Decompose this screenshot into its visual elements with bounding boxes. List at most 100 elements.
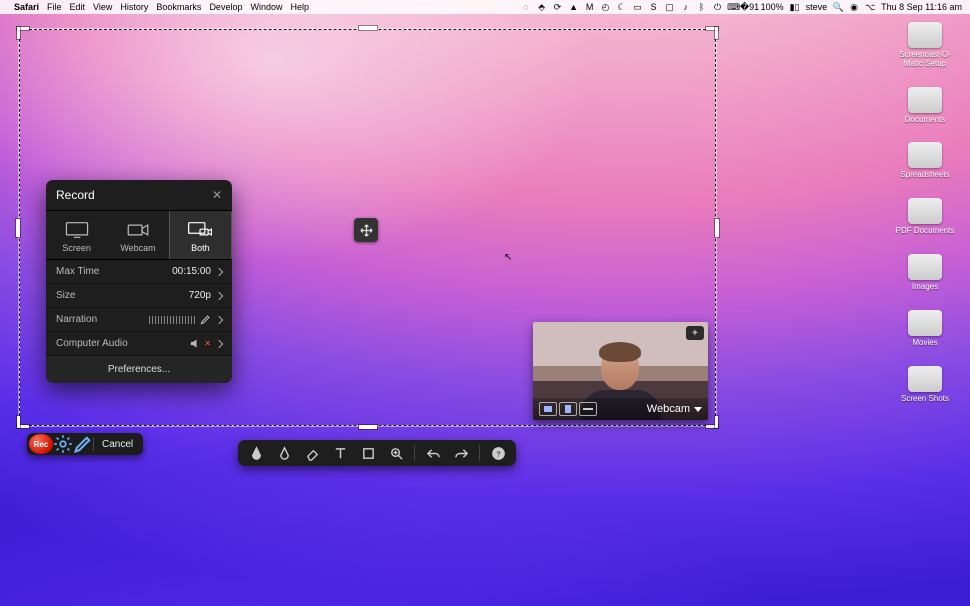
camera-icon <box>107 219 168 241</box>
webcam-preview[interactable]: ✦ Webcam <box>533 322 708 420</box>
folder-icon <box>908 310 942 336</box>
move-region-handle[interactable] <box>354 218 378 242</box>
clock-icon[interactable]: ◴ <box>601 2 611 12</box>
resize-handle-tr[interactable] <box>706 27 718 39</box>
folder-icon <box>908 87 942 113</box>
record-button[interactable]: Rec <box>29 434 53 454</box>
resize-handle-bl[interactable] <box>17 416 29 428</box>
resize-handle-top[interactable] <box>359 26 377 30</box>
record-panel: Record ✕ Screen Webcam Both Max Time 00:… <box>46 180 232 383</box>
menubar-datetime[interactable]: Thu 8 Sep 11:16 am <box>881 2 962 12</box>
sync-icon[interactable]: ⟳ <box>553 2 563 12</box>
webcam-size-small[interactable] <box>539 402 557 416</box>
settings-gear-icon[interactable] <box>53 434 73 454</box>
folder-icon <box>908 198 942 224</box>
power-icon[interactable]: ⏻ <box>713 2 723 12</box>
mail-status-icon[interactable]: M <box>585 2 595 12</box>
record-control-strip: Rec Cancel <box>27 433 143 455</box>
draw-pencil-icon[interactable] <box>73 434 93 454</box>
desktop-icon[interactable]: Images <box>908 254 942 292</box>
wifi-icon[interactable]: �91 <box>745 2 755 12</box>
mode-screen[interactable]: Screen <box>46 211 107 259</box>
dnd-icon[interactable]: ☾ <box>617 2 627 12</box>
dmg-icon <box>908 22 942 48</box>
preferences-button[interactable]: Preferences... <box>46 356 232 383</box>
cancel-button[interactable]: Cancel <box>94 439 141 450</box>
dropbox-icon[interactable]: ⬘ <box>537 2 547 12</box>
effects-icon[interactable]: ✦ <box>686 326 704 340</box>
chevron-right-icon <box>215 339 223 347</box>
mode-both[interactable]: Both <box>169 211 232 259</box>
menu-history[interactable]: History <box>120 2 148 12</box>
menubar-app-name[interactable]: Safari <box>14 2 39 12</box>
screen-mirror-icon[interactable]: ▭ <box>633 2 643 12</box>
desktop-icon[interactable]: PDF Documents <box>896 198 955 236</box>
menu-view[interactable]: View <box>93 2 112 12</box>
folder-icon <box>908 254 942 280</box>
undo-icon[interactable] <box>421 442 445 464</box>
folder-icon <box>908 366 942 392</box>
menu-edit[interactable]: Edit <box>70 2 86 12</box>
setting-max-time[interactable]: Max Time 00:15:00 <box>46 260 232 284</box>
keyboard-icon[interactable]: ⌨ <box>729 2 739 12</box>
pencil-icon <box>200 314 211 325</box>
chevron-down-icon <box>694 407 702 412</box>
redo-icon[interactable] <box>449 442 473 464</box>
separator <box>414 445 415 461</box>
webcam-size-hidden[interactable] <box>579 402 597 416</box>
chevron-right-icon <box>215 315 223 323</box>
mode-webcam[interactable]: Webcam <box>107 211 168 259</box>
chevron-right-icon <box>215 267 223 275</box>
record-panel-title: Record <box>56 188 95 202</box>
separator <box>479 445 480 461</box>
svg-text:?: ? <box>496 449 500 458</box>
resize-handle-left[interactable] <box>16 219 20 237</box>
desktop-icon[interactable]: Documents <box>905 87 945 125</box>
help-icon[interactable]: ? <box>486 442 510 464</box>
desktop-icon[interactable]: Screencast-O-Matic Setup <box>890 22 960 69</box>
desktop-icon[interactable]: Movies <box>908 310 942 348</box>
desktop-icon[interactable]: Screen Shots <box>901 366 949 404</box>
resize-handle-tl[interactable] <box>17 27 29 39</box>
spotlight-icon[interactable]: 🔍 <box>833 2 843 12</box>
setting-computer-audio[interactable]: Computer Audio ✕ <box>46 332 232 356</box>
volume-meter <box>149 316 195 324</box>
eraser-icon[interactable] <box>300 442 324 464</box>
webcam-size-medium[interactable] <box>559 402 577 416</box>
menubar-user[interactable]: steve <box>806 2 828 12</box>
resize-handle-right[interactable] <box>715 219 719 237</box>
bluetooth-icon[interactable]: ᛒ <box>697 2 707 12</box>
cloud-status-icon[interactable]: ◌ <box>521 2 531 12</box>
resize-handle-bottom[interactable] <box>359 425 377 429</box>
menu-window[interactable]: Window <box>250 2 282 12</box>
menu-help[interactable]: Help <box>290 2 309 12</box>
volume-icon[interactable]: ♪ <box>681 2 691 12</box>
text-tool-icon[interactable] <box>328 442 352 464</box>
webcam-source-dropdown[interactable]: Webcam <box>647 403 702 415</box>
menu-file[interactable]: File <box>47 2 62 12</box>
app-s-icon[interactable]: S <box>649 2 659 12</box>
desktop-icon[interactable]: Spreadsheets <box>900 142 949 180</box>
pen-fill-icon[interactable] <box>244 442 268 464</box>
menu-bookmarks[interactable]: Bookmarks <box>156 2 201 12</box>
zoom-tool-icon[interactable] <box>384 442 408 464</box>
battery-icon[interactable]: ▮▯ <box>790 2 800 12</box>
audio-disabled-icon: ✕ <box>204 339 211 348</box>
menubar: Safari File Edit View History Bookmarks … <box>0 0 970 14</box>
display-icon[interactable]: ▢ <box>665 2 675 12</box>
chevron-right-icon <box>215 291 223 299</box>
app-status-icon[interactable]: ▲ <box>569 2 579 12</box>
setting-size[interactable]: Size 720p <box>46 284 232 308</box>
close-icon[interactable]: ✕ <box>212 188 222 202</box>
monitor-icon <box>46 219 107 241</box>
shape-tool-icon[interactable] <box>356 442 380 464</box>
menu-develop[interactable]: Develop <box>209 2 242 12</box>
mouse-cursor: ↖ <box>504 252 512 263</box>
control-center-icon[interactable]: ⌥ <box>865 2 875 12</box>
battery-percent[interactable]: 100% <box>761 2 784 12</box>
speaker-icon <box>190 338 203 349</box>
folder-icon <box>908 142 942 168</box>
pen-outline-icon[interactable] <box>272 442 296 464</box>
setting-narration[interactable]: Narration <box>46 308 232 332</box>
siri-icon[interactable]: ◉ <box>849 2 859 12</box>
